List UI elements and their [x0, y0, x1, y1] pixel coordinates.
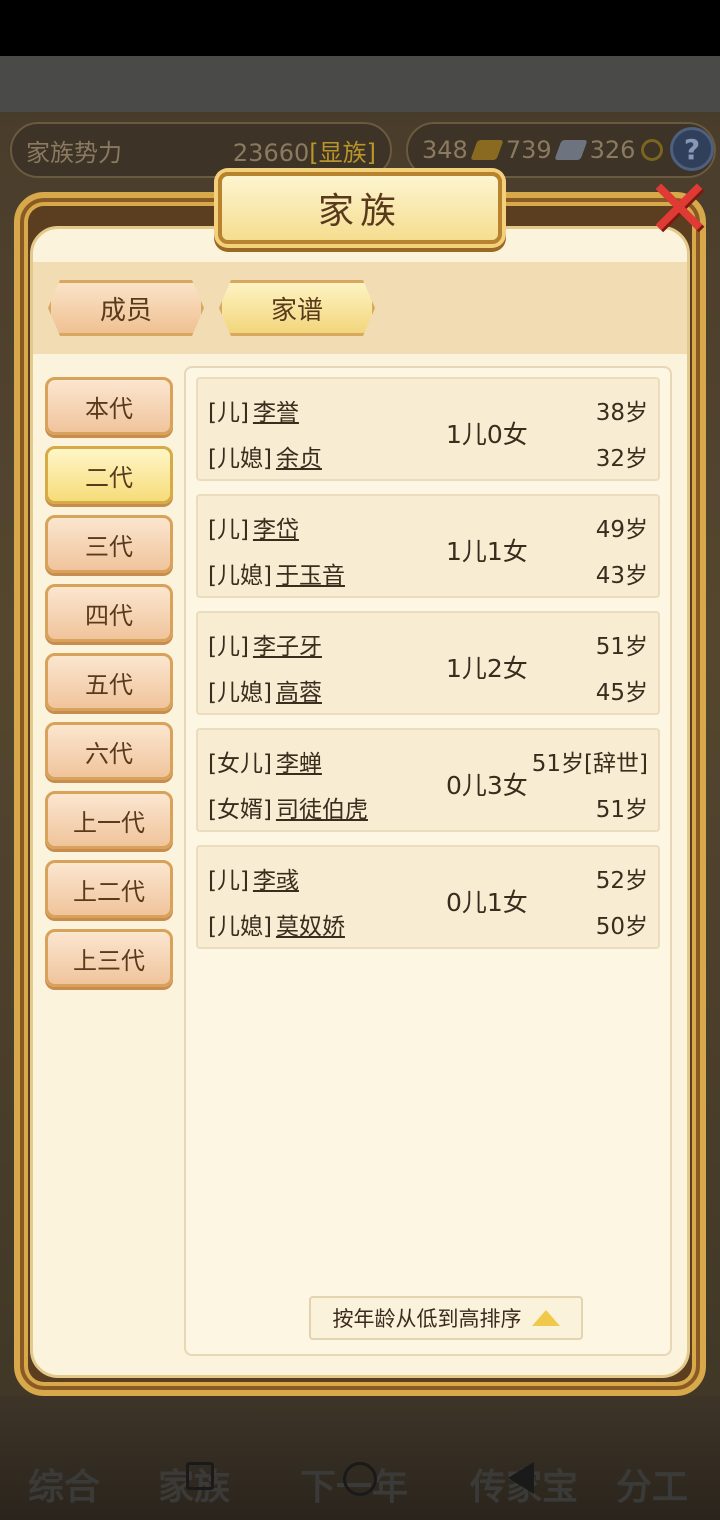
children-count: 1儿0女	[446, 420, 528, 449]
family-power-bar: 家族势力 23660[显族]	[10, 122, 392, 178]
generation-button[interactable]: 上二代	[45, 860, 173, 918]
generation-button[interactable]: 三代	[45, 515, 173, 573]
sort-label: 按年龄从低到高排序	[332, 1307, 522, 1331]
member-name-link[interactable]: 李子牙	[253, 634, 322, 660]
home-icon[interactable]	[343, 1462, 377, 1496]
member-age: 52岁	[595, 868, 648, 894]
sort-by-age-button[interactable]: 按年龄从低到高排序	[309, 1296, 583, 1340]
spouse-role: [女婿]	[208, 797, 272, 823]
spouse-age: 51岁	[595, 797, 648, 823]
back-icon[interactable]	[508, 1462, 534, 1494]
generation-button[interactable]: 上三代	[45, 929, 173, 987]
spouse-role: [儿媳]	[208, 914, 272, 940]
gold-ingot-icon	[470, 140, 504, 160]
children-count: 0儿3女	[446, 771, 528, 800]
triangle-up-icon	[531, 1310, 560, 1326]
family-card: [儿] 李彧 [儿媳] 莫奴娇 0儿1女 52岁 50岁	[196, 845, 660, 949]
nav-overview[interactable]: 综合	[28, 1458, 100, 1510]
family-card: [儿] 李誉 [儿媳] 余贞 1儿0女 38岁 32岁	[196, 377, 660, 481]
family-power-value: 23660	[232, 138, 310, 167]
spouse-name-link[interactable]: 高蓉	[276, 680, 322, 706]
member-role: [女儿]	[208, 751, 272, 777]
dialog-title: 家族	[218, 172, 502, 244]
family-card: [儿] 李子牙 [儿媳] 高蓉 1儿2女 51岁 45岁	[196, 611, 660, 715]
spouse-role: [儿媳]	[208, 680, 272, 706]
generation-button[interactable]: 上一代	[45, 791, 173, 849]
spouse-age: 43岁	[595, 563, 648, 589]
member-age: 51岁	[595, 634, 648, 660]
member-role: [儿]	[208, 634, 249, 660]
spouse-age: 32岁	[595, 446, 648, 472]
spouse-age: 50岁	[595, 914, 648, 940]
coin-icon	[641, 139, 664, 161]
family-rank-tag: [显族]	[309, 138, 376, 167]
tab-members[interactable]: 成员	[48, 280, 204, 336]
coin-count: 326	[589, 136, 636, 164]
children-count: 1儿2女	[446, 654, 528, 683]
generation-button[interactable]: 四代	[45, 584, 173, 642]
gold-count: 348	[422, 136, 468, 164]
member-name-link[interactable]: 李蝉	[276, 751, 322, 777]
spouse-name-link[interactable]: 余贞	[276, 446, 322, 472]
spouse-name-link[interactable]: 于玉音	[276, 563, 345, 589]
spouse-role: [儿媳]	[208, 563, 272, 589]
generation-button-active[interactable]: 二代	[45, 446, 173, 504]
family-card: [女儿] 李蝉 [女婿] 司徒伯虎 0儿3女 51岁[辞世] 51岁	[196, 728, 660, 832]
silver-ingot-icon	[553, 140, 588, 160]
generation-button[interactable]: 本代	[45, 377, 173, 435]
children-count: 0儿1女	[446, 888, 528, 917]
tab-family-tree[interactable]: 家谱	[219, 280, 375, 336]
member-name-link[interactable]: 李誉	[253, 400, 299, 426]
generation-button[interactable]: 六代	[45, 722, 173, 780]
member-role: [儿]	[208, 517, 249, 543]
spouse-age: 45岁	[595, 680, 648, 706]
member-age: 38岁	[595, 400, 648, 426]
member-role: [儿]	[208, 400, 249, 426]
spouse-role: [儿媳]	[208, 446, 272, 472]
spouse-name-link[interactable]: 司徒伯虎	[276, 797, 368, 823]
family-card: [儿] 李岱 [儿媳] 于玉音 1儿1女 49岁 43岁	[196, 494, 660, 598]
top-banner-area	[0, 56, 720, 112]
silver-count: 739	[505, 136, 552, 164]
recent-apps-icon[interactable]	[186, 1462, 214, 1490]
spouse-name-link[interactable]: 莫奴娇	[276, 914, 345, 940]
nav-assignment[interactable]: 分工	[616, 1458, 688, 1510]
member-name-link[interactable]: 李岱	[253, 517, 299, 543]
children-count: 1儿1女	[446, 537, 528, 566]
member-name-link[interactable]: 李彧	[253, 868, 299, 894]
family-power-label: 家族势力	[26, 138, 122, 167]
status-bar	[0, 0, 720, 56]
member-age: 49岁	[595, 517, 648, 543]
member-role: [儿]	[208, 868, 249, 894]
member-age: 51岁[辞世]	[531, 751, 648, 777]
generation-button[interactable]: 五代	[45, 653, 173, 711]
close-icon[interactable]: ✕	[640, 169, 718, 249]
